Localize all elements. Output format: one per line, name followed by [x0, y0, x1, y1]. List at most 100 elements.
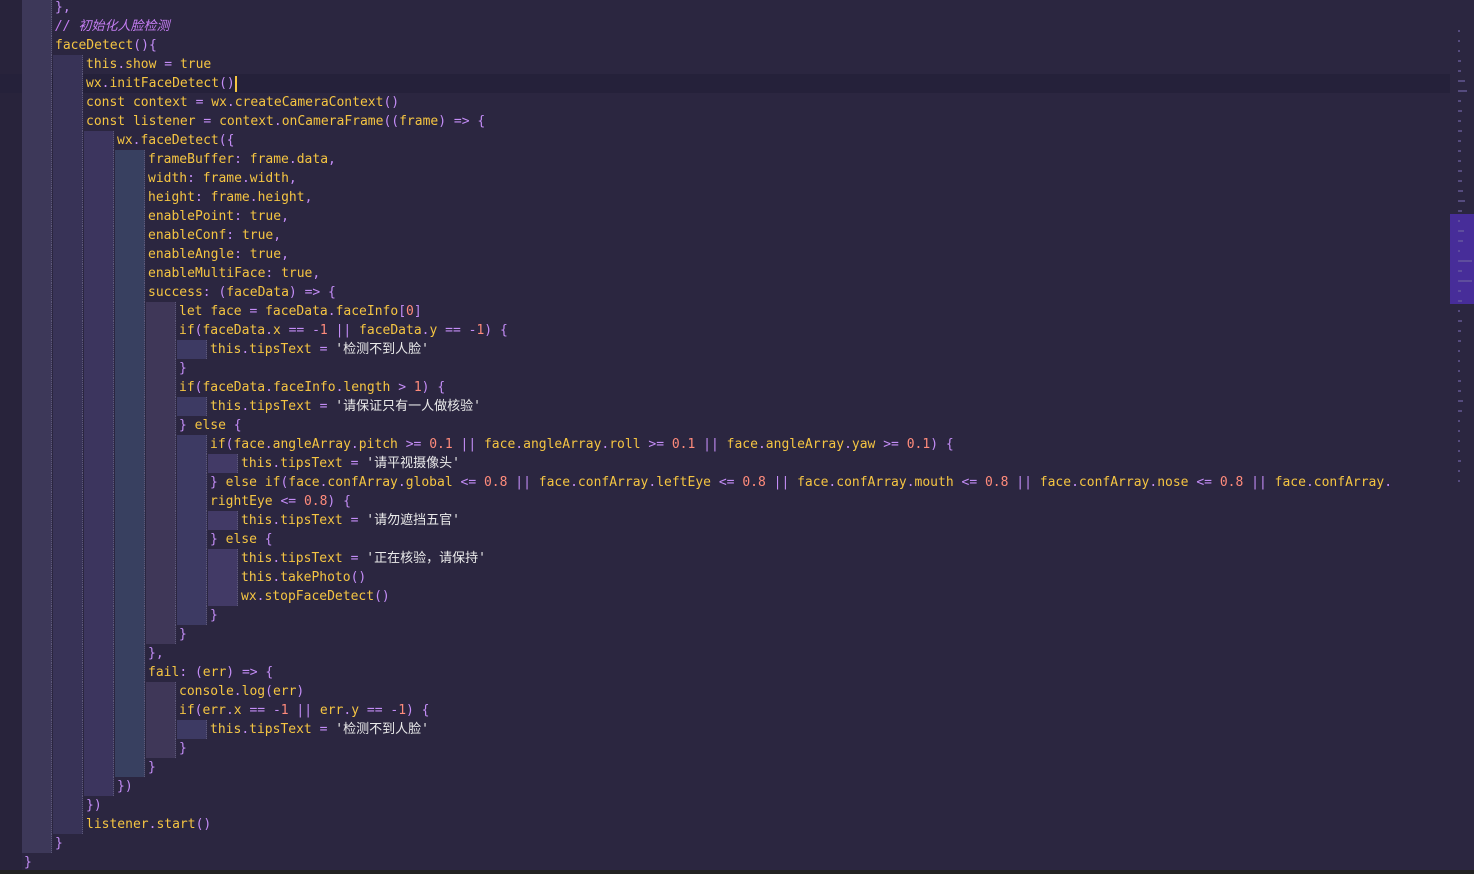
minimap-line — [1458, 130, 1462, 132]
indent-guide — [53, 93, 83, 112]
code-line[interactable]: }) — [0, 777, 1450, 796]
code-line[interactable]: listener.start() — [0, 815, 1450, 834]
code-line[interactable]: } else { — [0, 530, 1450, 549]
code-text: } else { — [179, 418, 242, 433]
indent-guide — [53, 283, 83, 302]
indent-guide — [53, 758, 83, 777]
minimap-line — [1458, 300, 1462, 302]
indent-guide — [177, 473, 207, 492]
code-line[interactable]: this.takePhoto() — [0, 568, 1450, 587]
minimap-line — [1458, 330, 1461, 332]
code-line[interactable]: wx.initFaceDetect() — [0, 74, 1450, 93]
minimap-line — [1458, 170, 1462, 172]
indent-guide — [53, 207, 83, 226]
code-text: } — [179, 627, 187, 642]
indent-guide — [146, 625, 176, 644]
code-line[interactable]: } — [0, 834, 1450, 853]
code-line[interactable]: if(err.x == -1 || err.y == -1) { — [0, 701, 1450, 720]
indent-guide — [53, 492, 83, 511]
code-line[interactable]: console.log(err) — [0, 682, 1450, 701]
code-line[interactable]: rightEye <= 0.8) { — [0, 492, 1450, 511]
code-line[interactable]: fail: (err) => { — [0, 663, 1450, 682]
code-line[interactable]: } — [0, 606, 1450, 625]
indent-guide — [53, 454, 83, 473]
code-line[interactable]: } — [0, 625, 1450, 644]
indent-guide — [22, 188, 52, 207]
code-line[interactable]: this.tipsText = '检测不到人脸' — [0, 340, 1450, 359]
code-text: enableMultiFace: true, — [148, 266, 321, 281]
indent-guide — [84, 473, 114, 492]
indent-guide — [22, 283, 52, 302]
indent-guide — [22, 207, 52, 226]
indent-guide — [22, 682, 52, 701]
code-line[interactable]: if(face.angleArray.pitch >= 0.1 || face.… — [0, 435, 1450, 454]
indent-guide — [84, 663, 114, 682]
code-line[interactable]: frameBuffer: frame.data, — [0, 150, 1450, 169]
code-editor[interactable]: }, // 初始化人脸检测 faceDetect(){this.show = tru… — [0, 0, 1474, 874]
indent-guide — [84, 302, 114, 321]
code-line[interactable]: wx.stopFaceDetect() — [0, 587, 1450, 606]
code-line[interactable]: width: frame.width, — [0, 169, 1450, 188]
indent-guide — [53, 169, 83, 188]
code-line[interactable]: this.tipsText = '请平视摄像头' — [0, 454, 1450, 473]
code-line[interactable]: this.tipsText = '请勿遮挡五官' — [0, 511, 1450, 530]
code-line[interactable]: faceDetect(){ — [0, 36, 1450, 55]
code-text: enableAngle: true, — [148, 247, 289, 262]
code-line[interactable]: } — [0, 758, 1450, 777]
code-line[interactable]: }, — [0, 0, 1450, 17]
indent-guide — [177, 530, 207, 549]
indent-guide — [22, 340, 52, 359]
indent-guide — [22, 473, 52, 492]
indent-guide — [146, 454, 176, 473]
code-line[interactable]: }) — [0, 796, 1450, 815]
code-text: console.log(err) — [179, 684, 305, 699]
code-line[interactable]: const context = wx.createCameraContext() — [0, 93, 1450, 112]
code-line[interactable]: wx.faceDetect({ — [0, 131, 1450, 150]
code-text: } else if(face.confArray.global <= 0.8 |… — [210, 475, 1393, 490]
code-line[interactable]: enablePoint: true, — [0, 207, 1450, 226]
indent-guide — [115, 359, 145, 378]
code-line[interactable]: this.tipsText = '检测不到人脸' — [0, 720, 1450, 739]
indent-guide — [115, 492, 145, 511]
indent-guide — [53, 549, 83, 568]
indent-guide — [115, 511, 145, 530]
indent-guide — [22, 701, 52, 720]
indent-guide — [177, 340, 207, 359]
code-line[interactable]: this.tipsText = '请保证只有一人做核验' — [0, 397, 1450, 416]
indent-guide — [53, 625, 83, 644]
code-line[interactable]: }, — [0, 644, 1450, 663]
indent-guide — [84, 682, 114, 701]
indent-guide — [115, 739, 145, 758]
minimap-line — [1458, 410, 1462, 412]
code-line[interactable]: if(faceData.faceInfo.length > 1) { — [0, 378, 1450, 397]
code-line[interactable]: // 初始化人脸检测 — [0, 17, 1450, 36]
code-line[interactable]: } — [0, 739, 1450, 758]
code-line[interactable]: } — [0, 359, 1450, 378]
indent-guide — [177, 454, 207, 473]
code-line[interactable]: success: (faceData) => { — [0, 283, 1450, 302]
indent-guide — [22, 226, 52, 245]
code-line[interactable]: this.tipsText = '正在核验，请保持' — [0, 549, 1450, 568]
code-text: height: frame.height, — [148, 190, 313, 205]
bottom-edge — [0, 870, 1474, 874]
code-line[interactable]: enableConf: true, — [0, 226, 1450, 245]
indent-guide — [115, 264, 145, 283]
code-line[interactable]: const listener = context.onCameraFrame((… — [0, 112, 1450, 131]
indent-guide — [177, 568, 207, 587]
code-line[interactable]: let face = faceData.faceInfo[0] — [0, 302, 1450, 321]
code-line[interactable]: } else { — [0, 416, 1450, 435]
code-line[interactable]: if(faceData.x == -1 || faceData.y == -1)… — [0, 321, 1450, 340]
code-line[interactable]: } else if(face.confArray.global <= 0.8 |… — [0, 473, 1450, 492]
indent-guide — [146, 416, 176, 435]
indent-guide — [53, 663, 83, 682]
minimap-scroll-thumb[interactable] — [1450, 214, 1474, 304]
code-line[interactable]: height: frame.height, — [0, 188, 1450, 207]
code-line[interactable]: enableMultiFace: true, — [0, 264, 1450, 283]
indent-guide — [84, 587, 114, 606]
code-text: rightEye <= 0.8) { — [210, 494, 351, 509]
minimap-line — [1458, 320, 1462, 322]
indent-guide — [84, 701, 114, 720]
indent-guide — [53, 587, 83, 606]
code-line[interactable]: this.show = true — [0, 55, 1450, 74]
code-line[interactable]: enableAngle: true, — [0, 245, 1450, 264]
